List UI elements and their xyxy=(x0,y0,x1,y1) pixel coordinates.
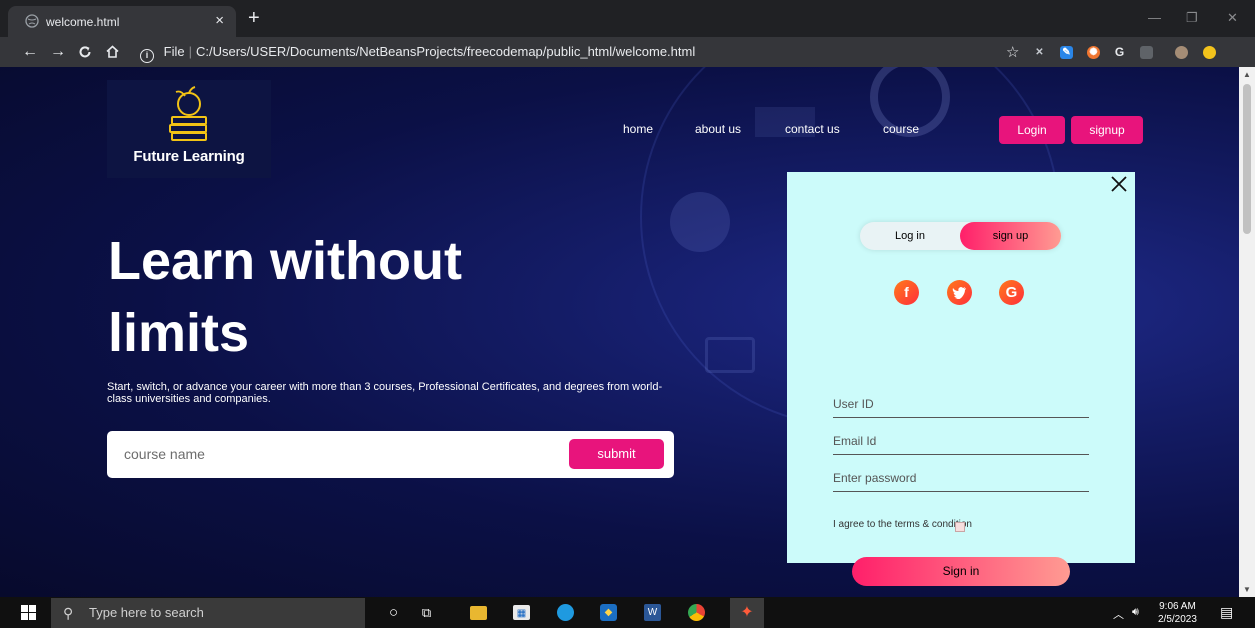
address-bar[interactable]: i File | C:/Users/USER/Documents/NetBeansP… xyxy=(140,40,1030,64)
globe-icon xyxy=(25,14,39,28)
url-scheme: File xyxy=(163,44,185,59)
search-icon: ⚲ xyxy=(63,605,74,621)
user-id-input[interactable] xyxy=(833,392,1089,416)
head-gears-icon xyxy=(670,192,730,252)
tab-title: welcome.html xyxy=(46,15,120,29)
notifications-icon[interactable]: ▤ xyxy=(1220,604,1233,621)
app-active-icon[interactable]: ✦ xyxy=(730,598,764,628)
volume-icon[interactable]: 🔊︎ xyxy=(1132,606,1139,619)
brand-name: Future Learning xyxy=(133,148,245,165)
book-icon xyxy=(705,337,755,373)
extension-x-icon[interactable]: ✕ xyxy=(1033,46,1046,59)
clock-date: 2/5/2023 xyxy=(1158,614,1197,625)
page-viewport: Future Learning home about us contact us… xyxy=(0,67,1239,597)
auth-modal: Log in sign up f G I agree to the terms … xyxy=(787,172,1135,586)
url-text: C:/Users/USER/Documents/NetBeansProjects… xyxy=(195,44,696,59)
extension-yellow-icon[interactable] xyxy=(1203,46,1216,59)
file-explorer-icon[interactable] xyxy=(470,606,487,620)
maximize-button[interactable]: ❐ xyxy=(1186,10,1198,26)
forward-arrow-icon[interactable]: → xyxy=(50,42,66,62)
nav-course[interactable]: course xyxy=(883,122,919,136)
taskbar-search-placeholder: Type here to search xyxy=(89,605,204,620)
signup-button[interactable]: signup xyxy=(1071,116,1143,144)
course-search-input[interactable] xyxy=(124,442,544,466)
home-icon[interactable] xyxy=(105,44,120,59)
facebook-icon[interactable]: f xyxy=(894,280,919,305)
tray-chevron-icon[interactable]: ︿ xyxy=(1113,606,1124,622)
store-icon[interactable]: ▦ xyxy=(513,605,530,620)
password-field xyxy=(833,466,1089,492)
bookmark-star-icon[interactable]: ☆ xyxy=(1006,43,1019,61)
cortana-icon[interactable]: ○ xyxy=(385,604,402,621)
clock-time: 9:06 AM xyxy=(1159,601,1196,612)
hero-title-line2: limits xyxy=(108,303,250,363)
login-button[interactable]: Login xyxy=(999,116,1065,144)
email-input[interactable] xyxy=(833,429,1089,453)
close-window-button[interactable]: ✕ xyxy=(1227,10,1238,26)
scroll-down-arrow-icon[interactable]: ▼ xyxy=(1243,585,1251,594)
tab-close-icon[interactable]: × xyxy=(215,12,224,29)
hero-title-line1: Learn without xyxy=(108,231,462,291)
apple-books-icon xyxy=(169,86,207,141)
scroll-up-arrow-icon[interactable]: ▲ xyxy=(1243,70,1251,79)
extension-orange-icon[interactable]: ✺ xyxy=(1087,46,1100,59)
terms-checkbox[interactable] xyxy=(955,522,965,532)
nav-home[interactable]: home xyxy=(623,122,653,136)
google-icon[interactable]: G xyxy=(999,280,1024,305)
extension-g-icon[interactable]: G xyxy=(1113,46,1126,59)
reload-icon[interactable] xyxy=(78,45,92,59)
nav-about-us[interactable]: about us xyxy=(695,122,741,136)
auth-toggle: Log in sign up xyxy=(860,222,1061,250)
extension-edit-icon[interactable]: ✎ xyxy=(1060,46,1073,59)
hero-title: Learn without limits xyxy=(108,225,628,369)
scrollbar-thumb[interactable] xyxy=(1243,84,1251,234)
netbeans-icon[interactable]: ◆ xyxy=(600,604,617,621)
task-view-icon[interactable]: ⧉ xyxy=(418,604,435,621)
word-icon[interactable]: W xyxy=(644,604,661,621)
chrome-icon[interactable] xyxy=(688,604,705,621)
system-clock[interactable]: 9:06 AM 2/5/2023 xyxy=(1158,600,1197,626)
edge-icon[interactable] xyxy=(557,604,574,621)
password-input[interactable] xyxy=(833,466,1089,490)
close-icon[interactable] xyxy=(1110,175,1128,193)
new-tab-button[interactable]: + xyxy=(248,8,260,28)
windows-taskbar: ⚲ Type here to search ○ ⧉ ▦ ◆ W ✦ ︿ 🔊︎ 9… xyxy=(0,597,1255,628)
nav-contact-us[interactable]: contact us xyxy=(785,122,840,136)
browser-tab-bar: welcome.html × + — ❐ ✕ xyxy=(0,0,1255,37)
tab-login[interactable]: Log in xyxy=(860,222,960,250)
page-scrollbar[interactable]: ▲ ▼ xyxy=(1239,67,1255,597)
info-icon[interactable]: i xyxy=(140,49,154,63)
terms-label: I agree to the terms & condition xyxy=(833,519,972,530)
extension-grey-icon[interactable] xyxy=(1140,46,1153,59)
minimize-button[interactable]: — xyxy=(1148,10,1161,25)
browser-tab[interactable]: welcome.html × xyxy=(8,6,236,37)
signin-button[interactable]: Sign in xyxy=(852,557,1070,586)
twitter-icon[interactable] xyxy=(947,280,972,305)
site-logo[interactable]: Future Learning xyxy=(107,80,271,178)
course-search-bar: submit xyxy=(107,431,674,478)
windows-start-icon[interactable] xyxy=(21,605,36,620)
taskbar-search[interactable]: ⚲ Type here to search xyxy=(51,598,365,628)
submit-button[interactable]: submit xyxy=(569,439,664,469)
back-arrow-icon[interactable]: ← xyxy=(22,42,38,62)
hero-subtitle: Start, switch, or advance your career wi… xyxy=(107,381,663,405)
user-id-field xyxy=(833,392,1089,418)
browser-toolbar: ← → i File | C:/Users/USER/Documents/NetBe… xyxy=(0,37,1255,67)
email-field xyxy=(833,429,1089,455)
profile-avatar[interactable] xyxy=(1175,46,1188,59)
tab-signup[interactable]: sign up xyxy=(960,222,1061,250)
